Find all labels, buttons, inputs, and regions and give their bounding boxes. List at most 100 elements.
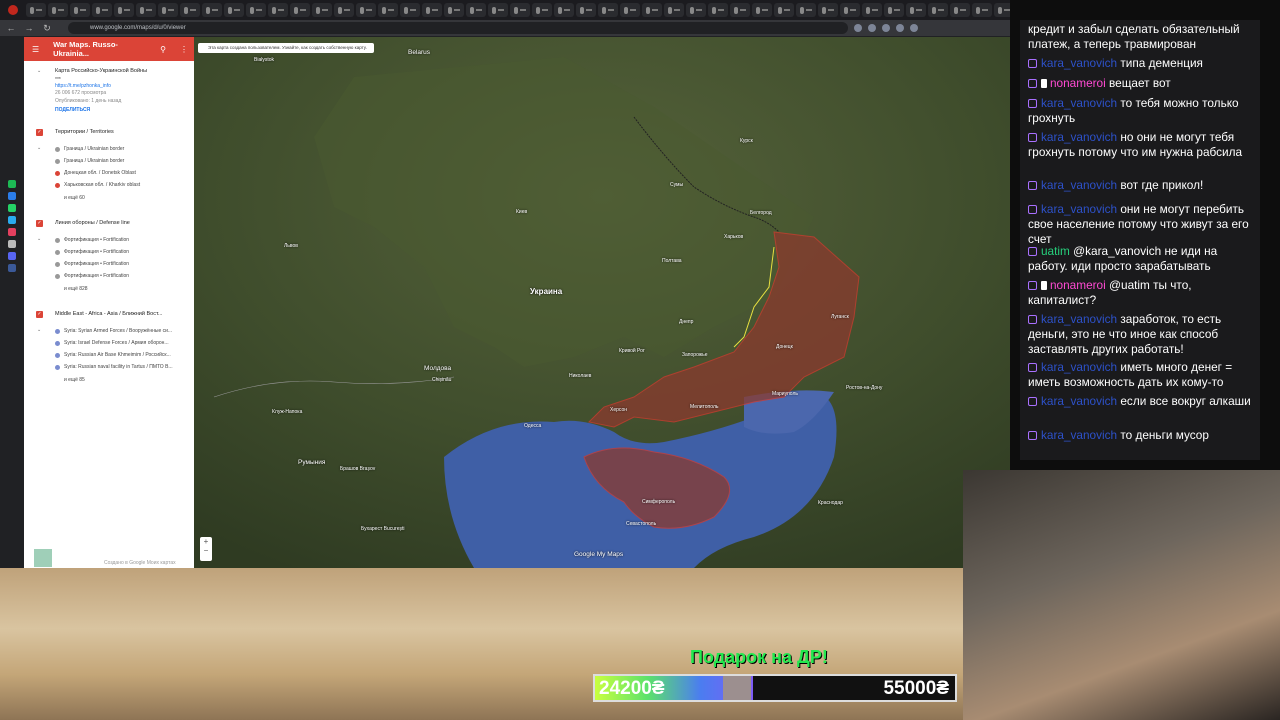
browser-tab[interactable]	[70, 3, 90, 17]
chat-username[interactable]: kara_vanovich	[1041, 130, 1117, 144]
browser-tab[interactable]	[136, 3, 156, 17]
browser-tab[interactable]	[730, 3, 750, 17]
browser-tab[interactable]	[180, 3, 200, 17]
layer-checkbox[interactable]: ✓	[36, 129, 43, 136]
browser-tab[interactable]	[554, 3, 574, 17]
browser-tab[interactable]	[620, 3, 640, 17]
layer-title[interactable]: Территории / Territories	[55, 129, 114, 135]
layer-checkbox[interactable]: ✓	[36, 220, 43, 227]
browser-tab[interactable]	[422, 3, 442, 17]
browser-tab[interactable]	[114, 3, 134, 17]
extension-icon[interactable]	[854, 24, 862, 32]
collapse-icon[interactable]: ⌄	[37, 236, 41, 242]
zoom-control[interactable]: + −	[200, 537, 212, 561]
layer-item[interactable]: Фортификация • Fortification	[64, 261, 129, 267]
browser-tab[interactable]	[884, 3, 904, 17]
chat-username[interactable]: kara_vanovich	[1041, 202, 1117, 216]
layer-item[interactable]: Фортификация • Fortification	[64, 249, 129, 255]
browser-tab[interactable]	[906, 3, 926, 17]
more-items-link[interactable]: и ещё 828	[64, 286, 88, 292]
browser-tab[interactable]	[686, 3, 706, 17]
reload-icon[interactable]: ↻	[40, 21, 54, 35]
browser-tab[interactable]	[92, 3, 112, 17]
chat-username[interactable]: kara_vanovich	[1041, 428, 1117, 442]
layer-item[interactable]: Граница / Ukrainian border	[64, 146, 124, 152]
browser-tab[interactable]	[576, 3, 596, 17]
layer-item[interactable]: Syria: Russian Air Base Khmeimim / Росси…	[64, 352, 171, 358]
app-icon[interactable]	[8, 216, 16, 224]
collapse-icon[interactable]: ⌄	[37, 327, 41, 333]
extension-icon[interactable]	[882, 24, 890, 32]
app-icon[interactable]	[8, 252, 16, 260]
browser-tab[interactable]	[642, 3, 662, 17]
browser-tab[interactable]	[818, 3, 838, 17]
layer-item[interactable]: Фортификация • Fortification	[64, 237, 129, 243]
app-icon[interactable]	[8, 180, 16, 188]
chat-username[interactable]: kara_vanovich	[1041, 312, 1117, 326]
browser-tab[interactable]	[224, 3, 244, 17]
menu-icon[interactable]	[910, 24, 918, 32]
hamburger-menu-icon[interactable]: ☰	[32, 45, 39, 54]
layer-title[interactable]: Линия обороны / Defense line	[55, 220, 130, 226]
more-items-link[interactable]: и ещё 85	[64, 377, 85, 383]
browser-tab[interactable]	[466, 3, 486, 17]
chat-username[interactable]: kara_vanovich	[1041, 178, 1117, 192]
app-icon[interactable]	[8, 228, 16, 236]
app-icon[interactable]	[8, 264, 16, 272]
browser-tab[interactable]	[290, 3, 310, 17]
zoom-out-icon[interactable]: −	[200, 546, 212, 555]
chat-username[interactable]: uatim	[1041, 244, 1070, 258]
chat-username[interactable]: kara_vanovich	[1041, 360, 1117, 374]
layer-item[interactable]: Syria: Russian naval facility in Tartus …	[64, 364, 173, 370]
url-input[interactable]: www.google.com/maps/d/u/0/viewer	[68, 22, 848, 34]
browser-tab[interactable]	[994, 3, 1010, 17]
app-icon[interactable]	[8, 240, 16, 248]
browser-tab[interactable]	[400, 3, 420, 17]
zoom-in-icon[interactable]: +	[200, 537, 212, 546]
browser-tab[interactable]	[950, 3, 970, 17]
browser-tab[interactable]	[246, 3, 266, 17]
map-link[interactable]: https://t.me/pzhonka_info	[55, 83, 111, 89]
collapse-icon[interactable]: ⌄	[37, 145, 41, 151]
browser-tab[interactable]	[312, 3, 332, 17]
chat-username[interactable]: nonameroi	[1050, 278, 1106, 292]
profile-icon[interactable]	[896, 24, 904, 32]
chat-username[interactable]: kara_vanovich	[1041, 96, 1117, 110]
browser-tab[interactable]	[488, 3, 508, 17]
browser-tab[interactable]	[202, 3, 222, 17]
collapse-icon[interactable]: ⌄	[37, 68, 41, 74]
browser-tab[interactable]	[928, 3, 948, 17]
browser-tab[interactable]	[444, 3, 464, 17]
back-icon[interactable]: ←	[4, 21, 18, 35]
browser-tab[interactable]	[972, 3, 992, 17]
browser-tab[interactable]	[532, 3, 552, 17]
browser-tab[interactable]	[48, 3, 68, 17]
browser-tab[interactable]	[158, 3, 178, 17]
browser-tab[interactable]	[796, 3, 816, 17]
chat-username[interactable]: kara_vanovich	[1041, 56, 1117, 70]
forward-icon[interactable]: →	[22, 21, 36, 35]
chat-username[interactable]: kara_vanovich	[1041, 394, 1117, 408]
search-icon[interactable]: ⚲	[160, 45, 166, 54]
chat-username[interactable]: nonameroi	[1050, 76, 1106, 90]
layer-item[interactable]: Syria: Syrian Armed Forces / Вооружённые…	[64, 328, 172, 334]
app-icon[interactable]	[8, 192, 16, 200]
browser-tab[interactable]	[708, 3, 728, 17]
browser-tab[interactable]	[840, 3, 860, 17]
browser-tab[interactable]	[510, 3, 530, 17]
browser-tab[interactable]	[378, 3, 398, 17]
extension-icon[interactable]	[868, 24, 876, 32]
layer-item[interactable]: Донецкая обл. / Donetsk Oblast	[64, 170, 136, 176]
browser-tab[interactable]	[664, 3, 684, 17]
map-thumbnail[interactable]	[34, 549, 52, 567]
more-items-link[interactable]: и ещё 60	[64, 195, 85, 201]
more-vert-icon[interactable]: ⋮	[180, 45, 188, 54]
browser-tab[interactable]	[268, 3, 288, 17]
map-info-banner[interactable]: Эта карта создана пользователем. Узнайте…	[198, 43, 374, 53]
layer-item[interactable]: Харьковская обл. / Kharkiv oblast	[64, 182, 140, 188]
browser-tab[interactable]	[862, 3, 882, 17]
share-button[interactable]: ПОДЕЛИТЬСЯ	[55, 107, 90, 113]
layer-title[interactable]: Middle East - Africa - Asia / Ближний Во…	[55, 311, 162, 317]
browser-tab[interactable]	[356, 3, 376, 17]
browser-tab[interactable]	[334, 3, 354, 17]
